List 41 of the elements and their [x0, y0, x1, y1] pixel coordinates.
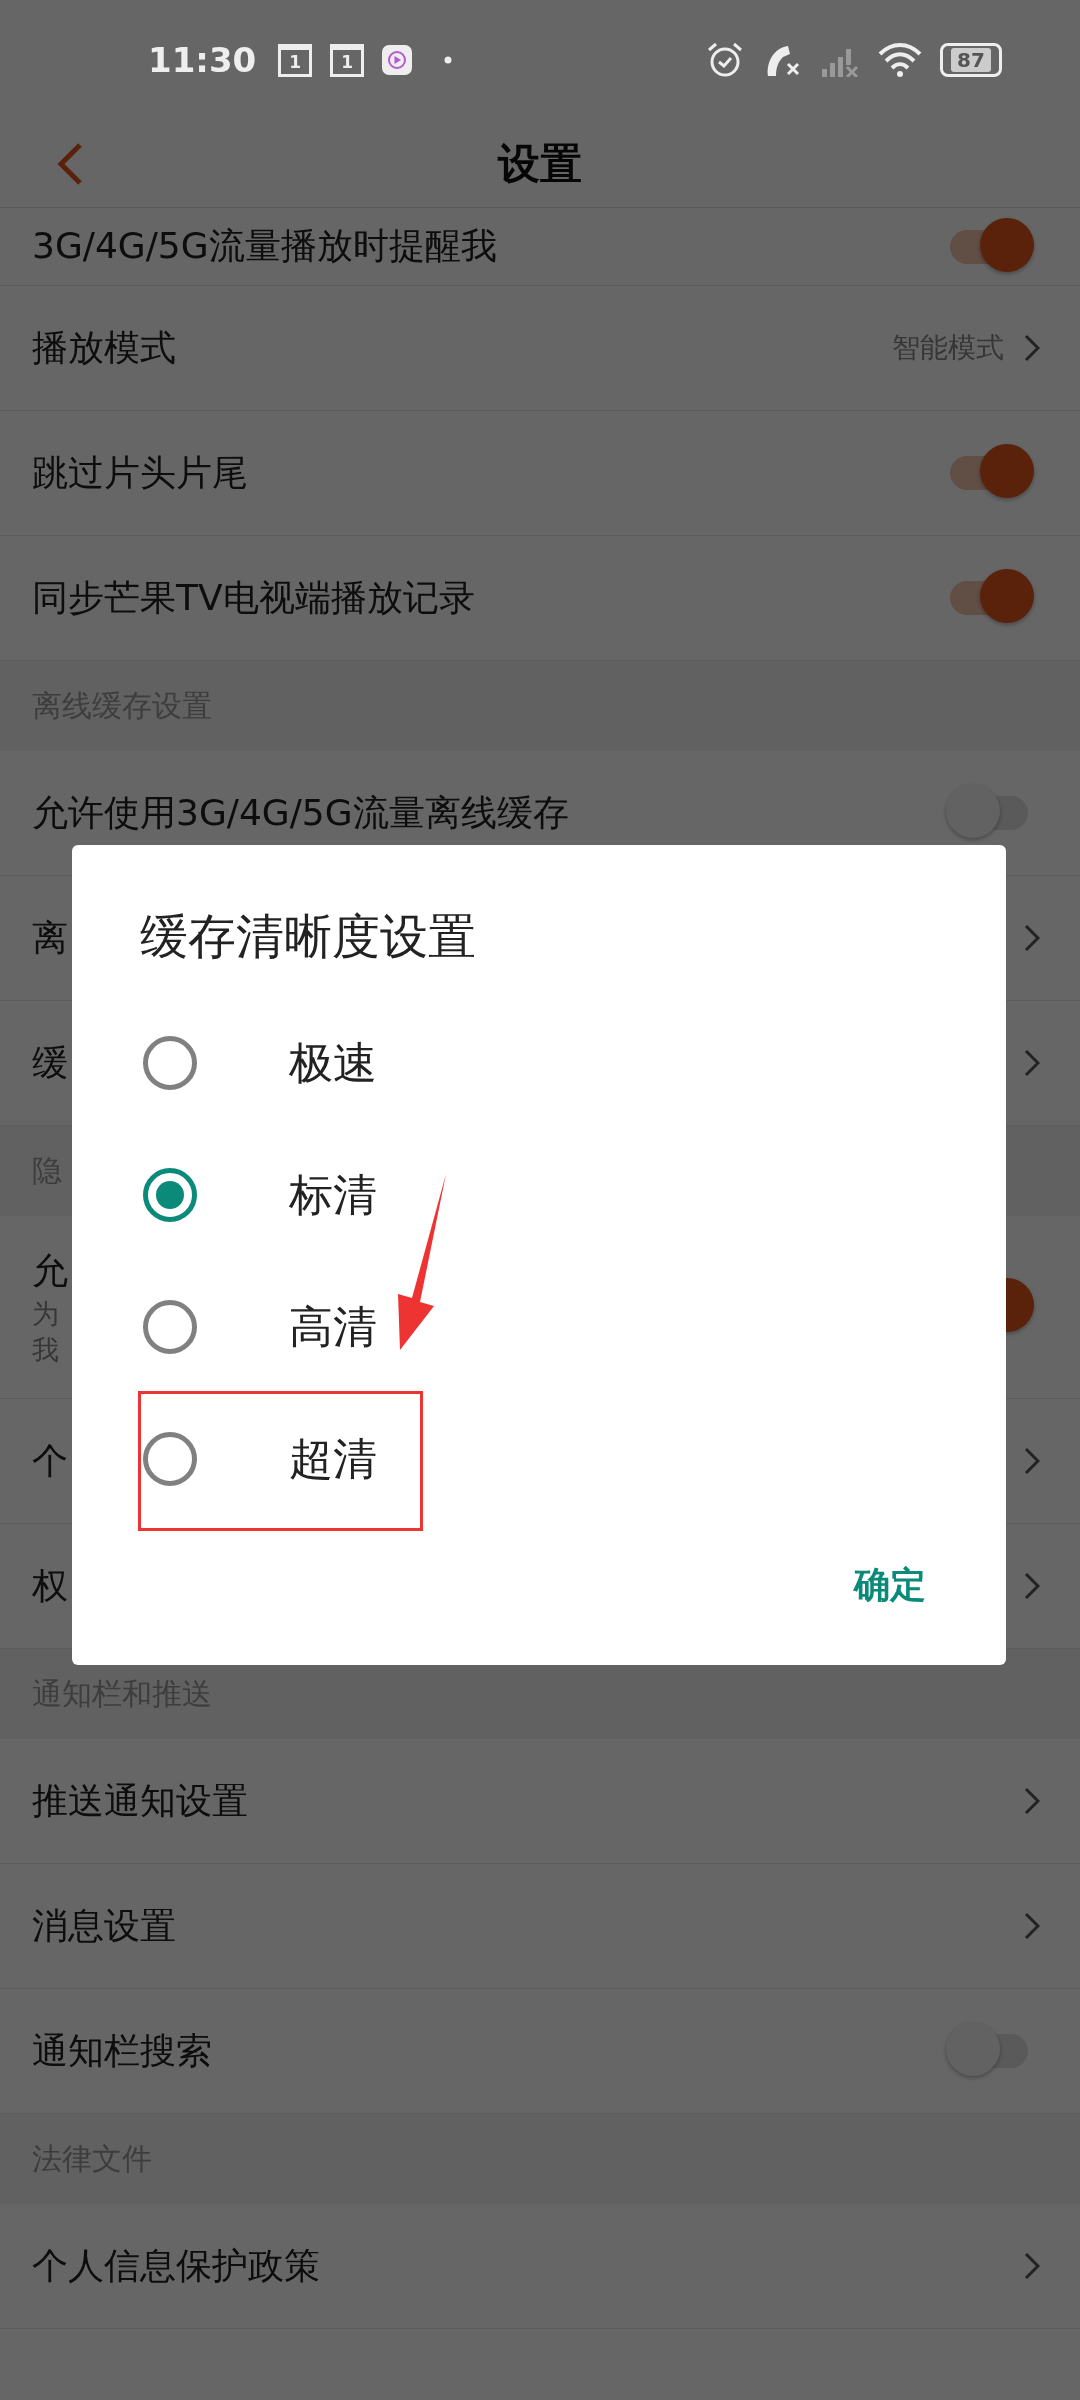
chevron-right-icon[interactable]	[1024, 1049, 1040, 1077]
radio-button[interactable]	[143, 1036, 197, 1090]
dialog-title: 缓存清晰度设置	[140, 907, 477, 966]
alarm-icon	[706, 41, 744, 79]
chevron-right-icon[interactable]	[1024, 334, 1040, 362]
confirm-button[interactable]: 确定	[834, 1550, 946, 1620]
setting-label: 推送通知设置	[32, 1778, 248, 1823]
radio-option[interactable]: 极速	[72, 997, 1006, 1129]
calendar-notification-icon: 1	[278, 43, 313, 77]
wifi-icon	[878, 42, 922, 78]
setting-label: 跳过片头片尾	[32, 450, 248, 495]
video-app-icon	[382, 45, 413, 75]
setting-label: 缓	[32, 1040, 68, 1085]
setting-label: 允	[32, 1249, 68, 1294]
status-time: 11:30	[148, 40, 257, 80]
setting-label: 允许使用3G/4G/5G流量离线缓存	[32, 790, 569, 835]
radio-option[interactable]: 超清	[72, 1393, 1006, 1525]
radio-button[interactable]	[143, 1300, 197, 1354]
setting-label: 个人信息保护政策	[32, 2243, 320, 2288]
setting-label: 个	[32, 1438, 68, 1483]
back-icon[interactable]	[56, 142, 84, 186]
setting-label: 消息设置	[32, 1903, 176, 1948]
calendar-notification-icon: 1	[330, 43, 365, 77]
setting-label: 通知栏搜索	[32, 2028, 212, 2073]
chevron-right-icon[interactable]	[1024, 1912, 1040, 1940]
battery-icon: 87	[940, 43, 1002, 77]
radio-button[interactable]	[143, 1432, 197, 1486]
notification-dot-icon	[444, 56, 453, 64]
setting-label: 同步芒果TV电视端播放记录	[32, 575, 475, 620]
chevron-right-icon[interactable]	[1024, 924, 1040, 952]
setting-label: 3G/4G/5G流量播放时提醒我	[32, 224, 497, 268]
radio-option[interactable]: 高清	[72, 1261, 1006, 1393]
chevron-right-icon[interactable]	[1024, 2252, 1040, 2280]
setting-label: 离	[32, 915, 68, 960]
page-title: 设置	[498, 137, 582, 190]
chevron-right-icon[interactable]	[1024, 1572, 1040, 1600]
chevron-right-icon[interactable]	[1024, 1447, 1040, 1475]
radio-button[interactable]	[143, 1168, 197, 1222]
setting-label: 播放模式	[32, 325, 176, 370]
setting-label: 权	[32, 1563, 68, 1608]
chevron-right-icon[interactable]	[1024, 1787, 1040, 1815]
